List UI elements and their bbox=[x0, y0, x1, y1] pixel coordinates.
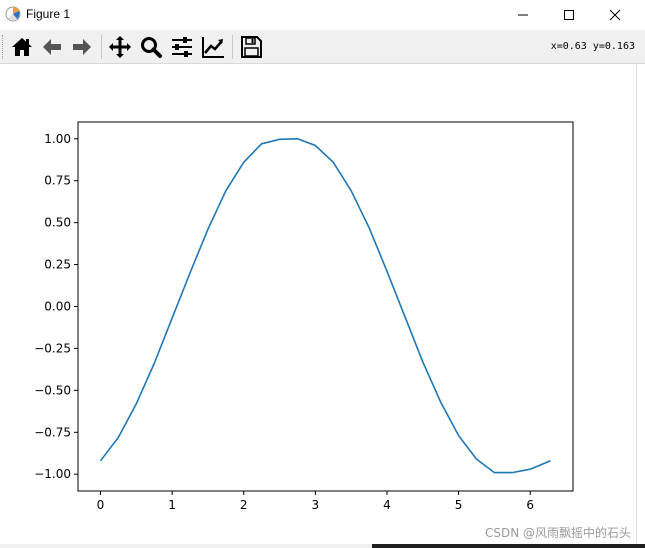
window-right-edge bbox=[636, 64, 645, 548]
forward-button[interactable] bbox=[69, 34, 95, 60]
navigation-toolbar: x=0.63 y=0.163 bbox=[0, 30, 645, 64]
taskbar-strip bbox=[372, 544, 645, 548]
x-tick-label: 0 bbox=[97, 498, 105, 512]
close-button[interactable] bbox=[592, 0, 638, 30]
y-tick-label: 1.00 bbox=[44, 132, 71, 146]
x-tick-label: 5 bbox=[455, 498, 463, 512]
sliders-icon bbox=[172, 37, 192, 57]
x-tick-label: 1 bbox=[168, 498, 176, 512]
y-tick-label: 0.00 bbox=[44, 300, 71, 314]
toolbar-separator bbox=[232, 35, 233, 59]
y-tick-label: 0.25 bbox=[44, 258, 71, 272]
matplotlib-app-icon bbox=[5, 6, 21, 22]
toolbar-grip[interactable] bbox=[2, 35, 6, 59]
y-tick-label: −0.50 bbox=[34, 383, 71, 397]
y-tick-label: 0.50 bbox=[44, 216, 71, 230]
maximize-icon bbox=[564, 10, 574, 20]
floppy-disk-icon bbox=[241, 36, 262, 58]
series-line-0 bbox=[99, 138, 551, 474]
back-button[interactable] bbox=[39, 34, 65, 60]
move-icon bbox=[109, 36, 131, 58]
y-tick-label: −1.00 bbox=[34, 467, 71, 481]
axes: 0 1 2 3 4 5 6 −1.00 −0.75 −0.50 −0.25 0.00 0.25 0.50 0… bbox=[34, 121, 574, 512]
x-tick-label: 3 bbox=[312, 498, 320, 512]
home-icon bbox=[12, 38, 32, 56]
x-tick-label: 6 bbox=[526, 498, 534, 512]
x-tick-label: 4 bbox=[383, 498, 391, 512]
magnifier-icon bbox=[141, 37, 162, 58]
line-chart-icon bbox=[202, 37, 224, 58]
toolbar-separator bbox=[101, 35, 102, 59]
plot-svg[interactable]: 0 1 2 3 4 5 6 −1.00 −0.75 −0.50 −0.25 0.00 0.25 0.50 0… bbox=[0, 64, 636, 544]
edit-axes-button[interactable] bbox=[200, 34, 226, 60]
y-tick-label: −0.25 bbox=[34, 341, 71, 355]
home-button[interactable] bbox=[9, 34, 35, 60]
figure-canvas[interactable]: 0 1 2 3 4 5 6 −1.00 −0.75 −0.50 −0.25 0.00 0.25 0.50 0… bbox=[0, 64, 636, 544]
save-button[interactable] bbox=[238, 34, 264, 60]
zoom-button[interactable] bbox=[138, 34, 164, 60]
axes-frame bbox=[77, 121, 574, 492]
forward-arrow-icon bbox=[73, 39, 91, 55]
window-title: Figure 1 bbox=[26, 7, 71, 21]
window-titlebar: Figure 1 bbox=[0, 0, 645, 30]
x-tick-label: 2 bbox=[240, 498, 248, 512]
subplots-button[interactable] bbox=[169, 34, 195, 60]
minimize-icon bbox=[518, 14, 528, 16]
pan-button[interactable] bbox=[107, 34, 133, 60]
maximize-button[interactable] bbox=[546, 0, 592, 30]
back-arrow-icon bbox=[43, 39, 61, 55]
watermark-text: CSDN @风雨飘摇中的石头 bbox=[484, 526, 631, 540]
close-icon bbox=[609, 9, 621, 21]
minimize-button[interactable] bbox=[500, 0, 546, 30]
y-tick-label: 0.75 bbox=[44, 174, 71, 188]
cursor-coordinates: x=0.63 y=0.163 bbox=[550, 41, 635, 52]
y-tick-label: −0.75 bbox=[34, 425, 71, 439]
